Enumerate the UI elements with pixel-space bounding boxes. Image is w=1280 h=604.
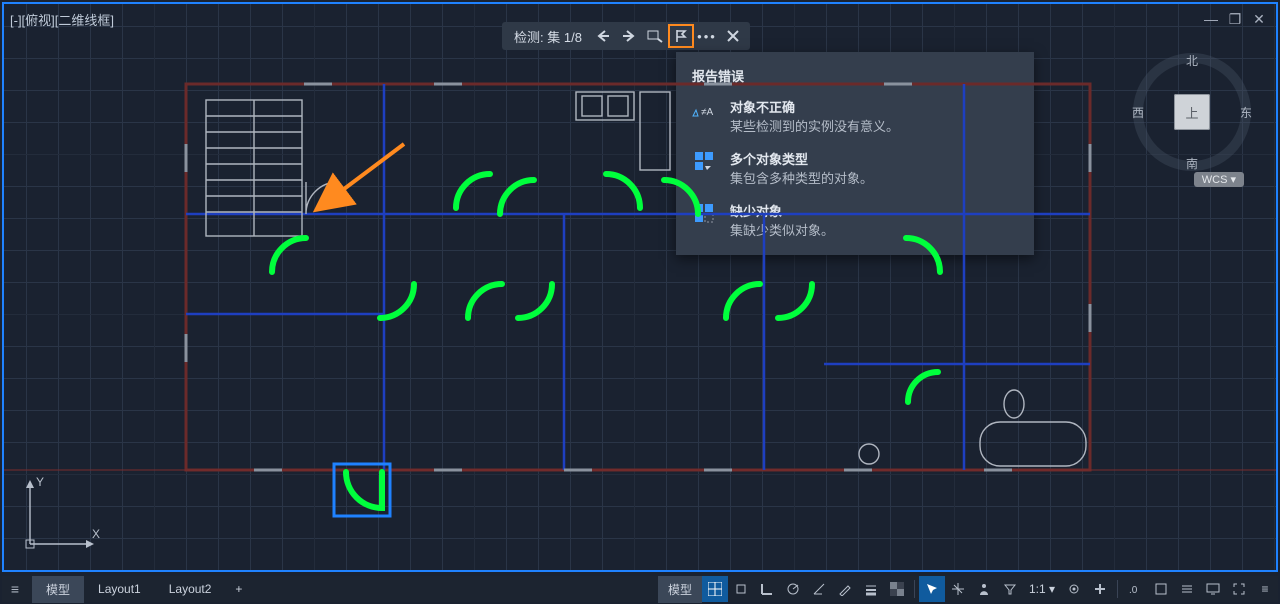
polar-toggle[interactable] (780, 576, 806, 602)
tab-layout1[interactable]: Layout1 (84, 577, 155, 601)
three-lines-icon (1180, 582, 1194, 596)
wcs-dropdown[interactable]: WCS ▾ (1194, 172, 1244, 187)
units-toggle[interactable]: .0 (1122, 576, 1148, 602)
selection-cycling[interactable] (919, 576, 945, 602)
grid-toggle[interactable] (702, 576, 728, 602)
svg-text:X: X (92, 527, 100, 541)
ortho-toggle[interactable] (754, 576, 780, 602)
snap-toggle[interactable] (728, 576, 754, 602)
hardware-accel[interactable] (1200, 576, 1226, 602)
viewcube-west[interactable]: 西 (1132, 104, 1144, 121)
monitor-icon (1206, 582, 1220, 596)
viewcube[interactable]: 上 北 南 东 西 (1132, 52, 1252, 172)
layout-tabs: 模型 Layout1 Layout2 + (32, 576, 252, 603)
model-space-button[interactable]: 模型 (658, 576, 702, 603)
viewcube-north[interactable]: 北 (1186, 52, 1198, 69)
snap-icon (734, 582, 748, 596)
filter-toggle[interactable] (997, 576, 1023, 602)
polar-icon (786, 582, 800, 596)
cursor-plus-icon (925, 582, 939, 596)
expand-icon (1232, 582, 1246, 596)
clean-screen[interactable] (1226, 576, 1252, 602)
3dosnap-toggle[interactable] (945, 576, 971, 602)
viewcube-top-face[interactable]: 上 (1174, 94, 1210, 130)
angle-icon (812, 582, 826, 596)
isolate-objects[interactable] (1174, 576, 1200, 602)
svg-text:Y: Y (36, 475, 44, 489)
ucs-icon[interactable]: XY (20, 474, 100, 554)
checker-icon (890, 582, 904, 596)
drawing-viewport[interactable]: [-][俯视][二维线框] — ❐ ✕ 检测: 集 1/8 ••• 报告错误 (2, 2, 1278, 572)
annotation-scale[interactable]: 1:1 ▾ (1023, 582, 1061, 596)
pencil-icon (838, 582, 852, 596)
ortho-icon (760, 582, 774, 596)
person-icon (977, 582, 991, 596)
funnel-icon (1003, 582, 1017, 596)
svg-text:.0: .0 (1129, 585, 1138, 596)
workspace-switch[interactable] (1061, 576, 1087, 602)
hamburger-icon: ≡ (1261, 582, 1268, 596)
lineweight-toggle[interactable] (858, 576, 884, 602)
isoplane-toggle[interactable] (806, 576, 832, 602)
gizmo-icon (951, 582, 965, 596)
gear-icon (1067, 582, 1081, 596)
tab-add[interactable]: + (225, 577, 252, 601)
annotation-monitor[interactable] (1087, 576, 1113, 602)
dynamic-ucs[interactable] (971, 576, 997, 602)
layout-tabs-menu[interactable]: ≡ (2, 581, 28, 597)
transparency-toggle[interactable] (884, 576, 910, 602)
square-icon (1154, 582, 1168, 596)
osnap-toggle[interactable] (832, 576, 858, 602)
floor-plan-drawing[interactable] (4, 4, 1276, 570)
tab-model[interactable]: 模型 (32, 576, 84, 603)
grid-icon (708, 582, 722, 596)
lines-icon (864, 582, 878, 596)
decimal-icon: .0 (1128, 582, 1142, 596)
annotation-arrow (304, 134, 424, 224)
tab-layout2[interactable]: Layout2 (155, 577, 226, 601)
plus-icon (1093, 582, 1107, 596)
viewcube-south[interactable]: 南 (1186, 155, 1198, 172)
quick-properties[interactable] (1148, 576, 1174, 602)
viewcube-east[interactable]: 东 (1240, 104, 1252, 121)
status-bar: ≡ 模型 Layout1 Layout2 + 模型 1:1 ▾ .0 ≡ (2, 576, 1278, 602)
customize-button[interactable]: ≡ (1252, 576, 1278, 602)
